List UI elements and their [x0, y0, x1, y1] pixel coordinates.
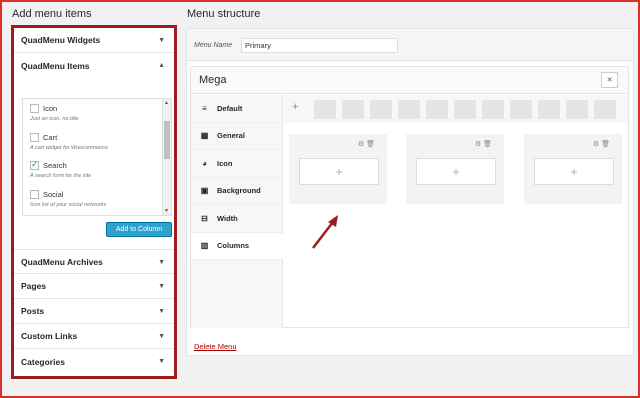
column-tools-icon[interactable]: ⚙ 🗑 — [593, 140, 610, 148]
section-label: QuadMenu Items — [21, 60, 90, 71]
layout-option[interactable] — [594, 100, 616, 119]
tab-background[interactable]: ▣ Background — [191, 178, 282, 205]
checkbox[interactable] — [30, 104, 39, 113]
quadmenu-items-list: Icon Just an icon, no title Cart A cart … — [22, 98, 172, 216]
tab-label: Default — [217, 103, 243, 113]
tab-width[interactable]: ⊟ Width — [191, 205, 282, 233]
scroll-down-icon[interactable]: ▼ — [164, 208, 169, 214]
layout-option[interactable] — [538, 100, 560, 119]
tab-label: Icon — [217, 158, 233, 168]
expand-arrow-icon: ▼ — [158, 259, 165, 266]
collapse-arrow-icon: ▲ — [158, 62, 165, 69]
layout-option[interactable] — [510, 100, 532, 119]
layout-option[interactable] — [566, 100, 588, 119]
layout-option[interactable] — [370, 100, 392, 119]
add-menu-items-title: Add menu items — [12, 8, 92, 20]
tab-default[interactable]: ≡ Default — [191, 95, 282, 123]
section-quadmenu-widgets[interactable]: QuadMenu Widgets ▼ — [14, 28, 174, 53]
menu-structure-panel: Menu Name Primary Mega ✕ ≡ Default ▦ Gen… — [186, 28, 634, 356]
expand-arrow-icon: ▼ — [158, 283, 165, 290]
tab-label: Width — [217, 213, 238, 223]
expand-arrow-icon: ▼ — [158, 358, 165, 365]
menu-structure-title: Menu structure — [187, 8, 261, 20]
checkbox[interactable] — [30, 133, 39, 142]
item-description: Just an icon, no title — [30, 116, 79, 122]
section-quadmenu-items[interactable]: QuadMenu Items ▲ — [14, 53, 174, 78]
layout-option[interactable] — [314, 100, 336, 119]
tab-label: Background — [217, 186, 261, 196]
section-posts[interactable]: Posts ▼ — [14, 299, 174, 324]
tab-icon[interactable]: ◕ Icon — [191, 150, 282, 178]
item-label: Icon — [43, 104, 58, 113]
checkbox-checked[interactable] — [30, 159, 39, 170]
add-item-icon[interactable]: + — [534, 158, 614, 185]
settings-grid-icon: ▦ — [200, 131, 209, 141]
columns-icon: ▥ — [200, 241, 209, 251]
add-menu-items-panel: QuadMenu Widgets ▼ QuadMenu Items ▲ Icon… — [11, 25, 177, 379]
tab-general[interactable]: ▦ General — [191, 123, 282, 150]
layout-option[interactable] — [342, 100, 364, 119]
menu-name-label: Menu Name — [194, 42, 233, 49]
column-tools-icon[interactable]: ⚙ 🗑 — [475, 140, 492, 148]
menu-lines-icon: ≡ — [202, 103, 207, 113]
delete-menu-link[interactable]: Delete Menu — [194, 342, 237, 351]
add-item-icon[interactable]: + — [416, 158, 496, 185]
bottom-sections: QuadMenu Archives ▼ Pages ▼ Posts ▼ Cust… — [14, 249, 174, 374]
tab-label: Columns — [217, 241, 250, 251]
item-description: A search form for the site — [30, 173, 92, 179]
column-card: ⚙ 🗑 + — [289, 134, 387, 204]
section-label: QuadMenu Archives — [21, 256, 103, 267]
checkbox[interactable] — [30, 190, 39, 199]
items-scrollbar[interactable]: ▲ ▼ — [162, 99, 171, 215]
tab-columns[interactable]: ▥ Columns — [191, 232, 283, 260]
layout-option[interactable] — [398, 100, 420, 119]
annotation-arrow-icon — [312, 215, 338, 249]
layout-option[interactable] — [482, 100, 504, 119]
add-to-column-button[interactable]: Add to Column — [106, 222, 172, 237]
item-label: Cart — [43, 133, 58, 142]
section-pages[interactable]: Pages ▼ — [14, 274, 174, 299]
section-label: QuadMenu Widgets — [21, 35, 101, 45]
palette-icon: ◕ — [202, 158, 207, 168]
section-custom-links[interactable]: Custom Links ▼ — [14, 324, 174, 349]
tab-label: General — [217, 131, 245, 141]
scroll-up-icon[interactable]: ▲ — [164, 100, 169, 106]
width-icon: ⊟ — [201, 213, 208, 223]
item-description: A cart widget for Woocommerce — [30, 145, 109, 151]
menu-name-row: Menu Name Primary — [187, 29, 633, 61]
expand-arrow-icon: ▼ — [158, 37, 165, 44]
section-label: Pages — [21, 281, 47, 291]
expand-arrow-icon: ▼ — [158, 333, 165, 340]
settings-tabs: ≡ Default ▦ General ◕ Icon ▣ Background … — [191, 95, 283, 328]
item-label: Search — [43, 161, 67, 170]
mega-header: Mega ✕ — [191, 67, 628, 94]
item-description: Icon list of your social networks — [30, 202, 107, 208]
mega-menu-item: Mega ✕ ≡ Default ▦ General ◕ Icon ▣ Back… — [190, 66, 629, 328]
column-layout-bar: + — [284, 95, 628, 123]
column-tools-icon[interactable]: ⚙ 🗑 — [358, 140, 375, 148]
section-categories[interactable]: Categories ▼ — [14, 349, 174, 374]
section-label: Posts — [21, 306, 45, 316]
section-label: Categories — [21, 356, 65, 367]
menu-name-input[interactable]: Primary — [241, 38, 398, 53]
column-card: ⚙ 🗑 + — [406, 134, 504, 204]
image-icon: ▣ — [200, 186, 209, 196]
section-quadmenu-archives[interactable]: QuadMenu Archives ▼ — [14, 249, 174, 274]
item-label: Social — [43, 190, 64, 199]
layout-option[interactable] — [454, 100, 476, 119]
section-label: Custom Links — [21, 331, 78, 341]
mega-title: Mega — [199, 74, 227, 86]
expand-arrow-icon: ▼ — [158, 308, 165, 315]
layout-option[interactable] — [426, 100, 448, 119]
column-card: ⚙ 🗑 + — [524, 134, 622, 204]
scroll-thumb[interactable] — [164, 121, 170, 159]
add-layout-icon[interactable]: + — [292, 101, 298, 113]
close-icon[interactable]: ✕ — [601, 72, 618, 88]
add-item-icon[interactable]: + — [299, 158, 379, 185]
